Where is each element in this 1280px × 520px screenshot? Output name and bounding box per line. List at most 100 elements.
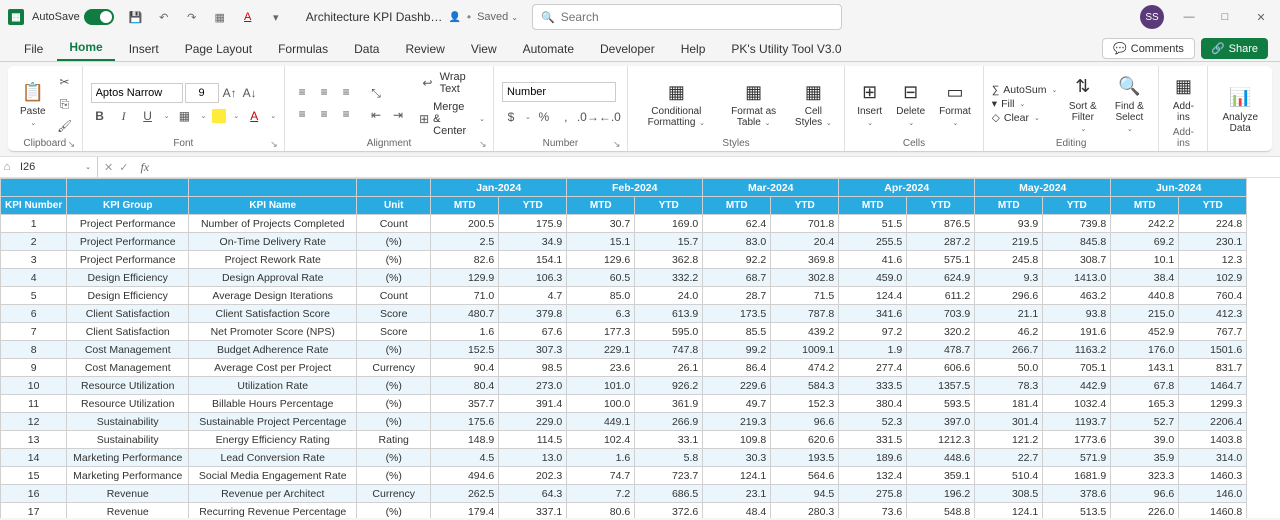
increase-decimal-icon[interactable]: .0→ [579,108,597,126]
search-box[interactable]: 🔍 [532,4,842,30]
decrease-indent-icon[interactable]: ⇤ [367,106,385,124]
fill-button[interactable]: ▾ Fill ⌄ [992,98,1058,110]
autosave-toggle[interactable] [84,9,114,25]
fx-icon[interactable]: fx [134,160,155,175]
table-row[interactable]: 12SustainabilitySustainable Project Perc… [1,413,1247,431]
sort-filter-button[interactable]: ⇅Sort & Filter ⌄ [1063,73,1102,136]
format-as-table-button[interactable]: ▦Format as Table ⌄ [723,78,785,130]
comments-button[interactable]: 💬 Comments [1102,38,1195,59]
table-row[interactable]: 6Client SatisfactionClient Satisfaction … [1,305,1247,323]
currency-icon[interactable]: $ [502,108,520,126]
enter-formula-icon[interactable]: ✓ [119,161,128,174]
align-top[interactable]: ≡ [293,83,311,101]
table-row[interactable]: 7Client SatisfactionNet Promoter Score (… [1,323,1247,341]
number-launcher-icon[interactable]: ↘ [613,139,623,149]
clear-button[interactable]: ◇ Clear ⌄ [992,112,1058,124]
table-row[interactable]: 4Design EfficiencyDesign Approval Rate(%… [1,269,1247,287]
number-format-select[interactable] [502,82,616,102]
font-color-button[interactable]: A [245,107,263,125]
autosave[interactable]: AutoSave [32,9,114,25]
font-size-input[interactable] [185,83,219,103]
name-box[interactable]: I26⌄ [14,157,98,177]
wrap-text-button[interactable]: ↩Wrap Text [419,71,485,95]
orientation-icon[interactable]: ⤡ [367,84,385,102]
find-select-button[interactable]: 🔍Find & Select ⌄ [1108,73,1150,136]
share-button[interactable]: 🔗 Share [1201,38,1268,59]
format-cells-button[interactable]: ▭Format⌄ [935,78,975,130]
formula-input[interactable] [155,157,1280,177]
tab-file[interactable]: File [12,36,55,61]
table-row[interactable]: 14Marketing PerformanceLead Conversion R… [1,449,1247,467]
align-right[interactable]: ≡ [337,105,355,123]
tab-review[interactable]: Review [393,36,456,61]
spreadsheet-grid[interactable]: Jan-2024Feb-2024Mar-2024Apr-2024May-2024… [0,178,1280,518]
font-name-input[interactable] [91,83,183,103]
table-row[interactable]: 15Marketing PerformanceSocial Media Enga… [1,467,1247,485]
tab-help[interactable]: Help [669,36,718,61]
minimize-button[interactable]: — [1178,6,1200,28]
alignment-launcher-icon[interactable]: ↘ [479,139,489,149]
autosum-button[interactable]: ∑ AutoSum ⌄ [992,84,1058,96]
undo-icon[interactable]: ↶ [156,9,172,25]
cancel-formula-icon[interactable]: ✕ [104,161,113,174]
underline-button[interactable]: U [139,107,157,125]
align-bottom[interactable]: ≡ [337,83,355,101]
avatar[interactable]: SS [1140,5,1164,29]
close-button[interactable]: ✕ [1250,6,1272,28]
align-center[interactable]: ≡ [315,105,333,123]
insert-cells-button[interactable]: ⊞Insert⌄ [853,78,886,130]
table-row[interactable]: 2Project PerformanceOn-Time Delivery Rat… [1,233,1247,251]
search-input[interactable] [561,10,833,24]
font-launcher-icon[interactable]: ↘ [270,139,280,149]
save-status[interactable]: Saved ⌄ [477,11,518,23]
format-painter-icon[interactable]: 🖌 [56,117,74,135]
conditional-formatting-button[interactable]: ▦Conditional Formatting ⌄ [636,78,717,130]
font-color-icon[interactable]: A [240,9,256,25]
table-row[interactable]: 5Design EfficiencyAverage Design Iterati… [1,287,1247,305]
italic-button[interactable]: I [115,107,133,125]
document-title[interactable]: Architecture KPI Dashb… 👤 • Saved ⌄ [306,10,518,24]
table-row[interactable]: 9Cost ManagementAverage Cost per Project… [1,359,1247,377]
qat-dropdown-icon[interactable]: ▾ [268,9,284,25]
tab-page-layout[interactable]: Page Layout [173,36,264,61]
fill-color-button[interactable] [212,109,226,123]
comma-icon[interactable]: , [557,108,575,126]
borders-button[interactable]: ▦ [175,107,193,125]
tab-view[interactable]: View [459,36,509,61]
redo-icon[interactable]: ↷ [184,9,200,25]
merge-center-button[interactable]: ⊞Merge & Center ⌄ [419,101,485,137]
table-row[interactable]: 13SustainabilityEnergy Efficiency Rating… [1,431,1247,449]
table-row[interactable]: 16RevenueRevenue per ArchitectCurrency26… [1,485,1247,503]
increase-font-icon[interactable]: A↑ [221,84,239,102]
delete-cells-button[interactable]: ⊟Delete⌄ [892,78,929,130]
cell-styles-button[interactable]: ▦Cell Styles ⌄ [791,78,837,130]
table-row[interactable]: 3Project PerformanceProject Rework Rate(… [1,251,1247,269]
paste-button[interactable]: 📋 Paste⌄ [16,78,50,130]
table-row[interactable]: 11Resource UtilizationBillable Hours Per… [1,395,1247,413]
copy-icon[interactable]: ⎘ [56,95,74,113]
maximize-button[interactable]: □ [1214,6,1236,28]
addins-button[interactable]: ▦Add-ins [1167,73,1199,125]
borders-icon[interactable]: ▦ [212,9,228,25]
tab-home[interactable]: Home [57,34,114,61]
table-row[interactable]: 1Project PerformanceNumber of Projects C… [1,215,1247,233]
tab-developer[interactable]: Developer [588,36,667,61]
align-left[interactable]: ≡ [293,105,311,123]
tab-insert[interactable]: Insert [117,36,171,61]
decrease-font-icon[interactable]: A↓ [241,84,259,102]
align-middle[interactable]: ≡ [315,83,333,101]
decrease-decimal-icon[interactable]: ←.0 [601,108,619,126]
save-icon[interactable]: 💾 [128,9,144,25]
clipboard-launcher-icon[interactable]: ↘ [68,139,78,149]
tab-pk-s-utility-tool-v3-0[interactable]: PK's Utility Tool V3.0 [719,36,853,61]
percent-icon[interactable]: % [535,108,553,126]
tab-formulas[interactable]: Formulas [266,36,340,61]
analyze-data-button[interactable]: 📊Analyze Data [1216,84,1264,136]
tab-data[interactable]: Data [342,36,391,61]
table-row[interactable]: 8Cost ManagementBudget Adherence Rate(%)… [1,341,1247,359]
bold-button[interactable]: B [91,107,109,125]
increase-indent-icon[interactable]: ⇥ [389,106,407,124]
namebox-expand-icon[interactable]: ⌂ [0,161,14,173]
table-row[interactable]: 10Resource UtilizationUtilization Rate(%… [1,377,1247,395]
tab-automate[interactable]: Automate [511,36,586,61]
